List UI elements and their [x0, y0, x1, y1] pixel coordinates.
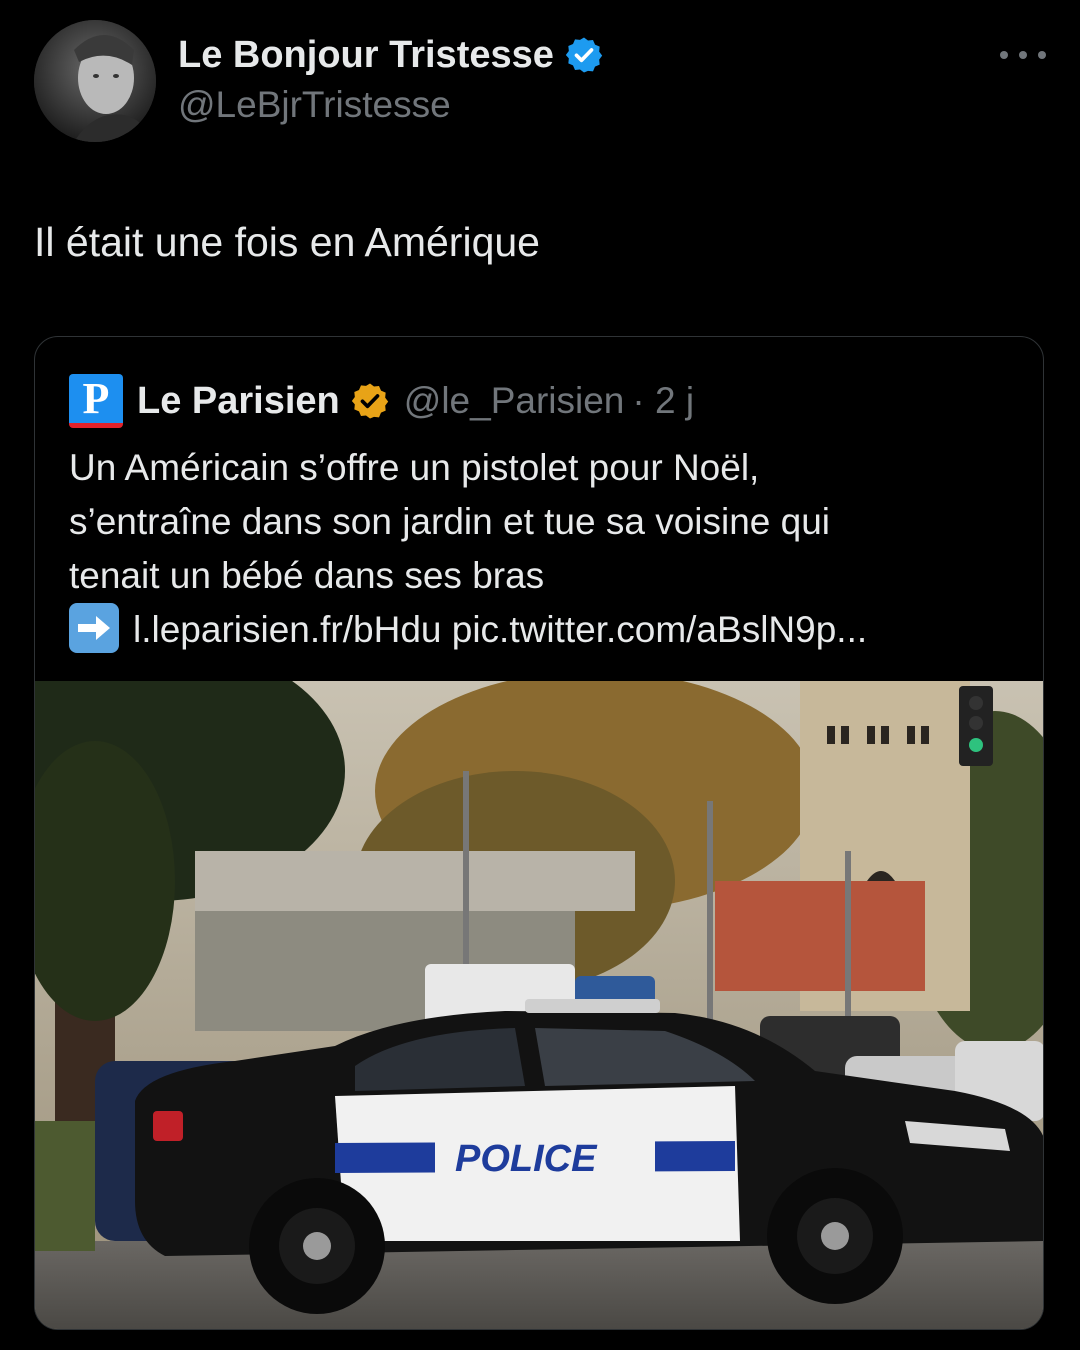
quoted-tweet-header: P Le Parisien @le_Parisien · 2 j: [69, 373, 694, 429]
quoted-text-line: tenait un bébé dans ses bras: [69, 555, 545, 596]
handle[interactable]: @LeBjrTristesse: [178, 80, 604, 130]
quoted-tweet-text: Un Américain s’offre un pistolet pour No…: [69, 441, 1019, 657]
quoted-time[interactable]: · 2 j: [632, 380, 694, 422]
quoted-display-name[interactable]: Le Parisien: [137, 380, 340, 423]
avatar[interactable]: [34, 20, 156, 142]
quoted-link-line: l.leparisien.fr/bHdu pic.twitter.com/aBs…: [69, 603, 1019, 657]
quoted-text-line: s’entraîne dans son jardin et tue sa voi…: [69, 501, 831, 542]
verified-gold-badge-icon: [351, 383, 388, 419]
avatar-portrait-icon: [34, 20, 156, 142]
quoted-handle[interactable]: @le_Parisien: [404, 380, 625, 422]
tweet-author[interactable]: Le Bonjour Tristesse @LeBjrTristesse: [178, 30, 604, 130]
tweet-text: Il était une fois en Amérique: [34, 219, 540, 265]
police-car-photo-icon: POLICE: [35, 641, 1043, 1329]
display-name[interactable]: Le Bonjour Tristesse: [178, 30, 604, 80]
dot: [1019, 51, 1027, 59]
police-text: POLICE: [455, 1138, 598, 1180]
le-parisien-logo-icon[interactable]: P: [69, 374, 123, 428]
dot: [1038, 51, 1046, 59]
more-options-icon[interactable]: [1000, 40, 1046, 70]
quoted-photo[interactable]: POLICE: [35, 641, 1043, 1329]
verified-badge-icon: [565, 37, 603, 73]
right-arrow-emoji-icon: [69, 603, 119, 654]
dot: [1000, 51, 1008, 59]
logo-letter: P: [82, 374, 110, 423]
quoted-link[interactable]: l.leparisien.fr/bHdu pic.twitter.com/aBs…: [133, 609, 867, 650]
display-name-text: Le Bonjour Tristesse: [178, 34, 554, 76]
quoted-tweet[interactable]: P Le Parisien @le_Parisien · 2 j Un Amér…: [34, 336, 1044, 1330]
quoted-text-line: Un Américain s’offre un pistolet pour No…: [69, 447, 760, 488]
